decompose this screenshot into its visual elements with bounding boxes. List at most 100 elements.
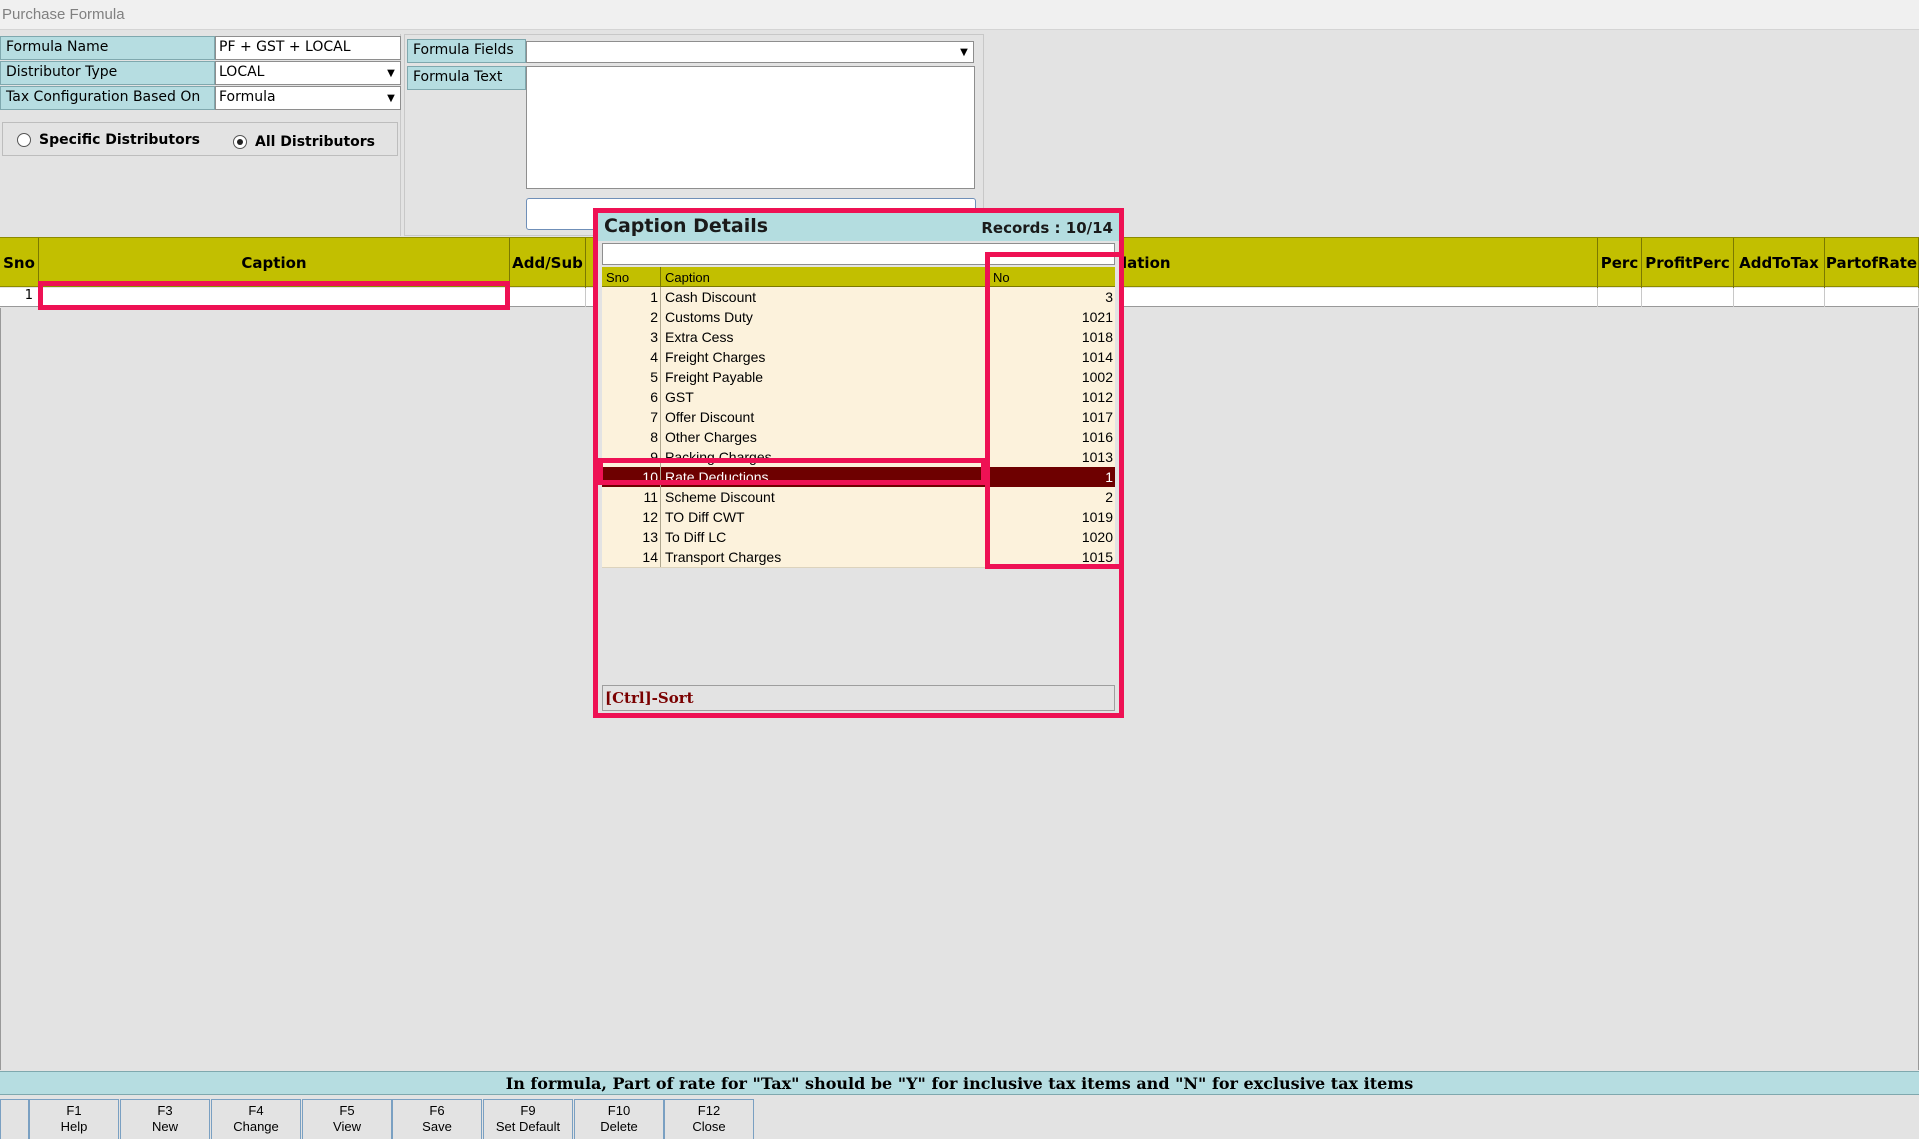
radio-specific-distributors[interactable]: Specific Distributors	[17, 132, 200, 148]
fkey-code: F3	[157, 1103, 173, 1118]
row-caption-cell[interactable]	[39, 288, 510, 307]
row-sno: 1	[0, 288, 39, 307]
list-item[interactable]: 9 Packing Charges 1013	[602, 447, 1115, 468]
tax-config-select[interactable]: Formula ▼	[215, 86, 401, 110]
list-item[interactable]: 7 Offer Discount 1017	[602, 407, 1115, 428]
function-key-bar: F1 Help F3 New F4 Change F5 View F6 Save F9 Set Def…	[0, 1097, 1919, 1139]
radio-all-distributors[interactable]: All Distributors	[233, 134, 375, 150]
row-no: 1016	[1081, 429, 1113, 445]
fkey-f12-button[interactable]: F12 Close	[664, 1099, 754, 1139]
row-sno: 11	[602, 487, 661, 507]
column-header-profitperc[interactable]: ProfitPerc	[1642, 238, 1734, 288]
chevron-down-icon[interactable]: ▼	[955, 42, 973, 62]
row-caption: Freight Payable	[661, 367, 989, 387]
distributor-type-select[interactable]: LOCAL ▼	[215, 61, 401, 85]
list-item[interactable]: 14 Transport Charges 1015	[602, 547, 1115, 568]
sort-hint: [Ctrl]-Sort	[605, 689, 694, 707]
list-item[interactable]: 1 Cash Discount 3	[602, 287, 1115, 308]
row-addtotax-cell[interactable]	[1734, 288, 1825, 307]
formula-fields-select[interactable]: ▼	[526, 41, 974, 63]
tax-config-label: Tax Configuration Based On	[0, 86, 215, 110]
popup-column-no[interactable]: No	[989, 267, 1115, 287]
row-sno: 5	[602, 367, 661, 387]
chevron-down-icon[interactable]: ▼	[382, 62, 400, 84]
column-header-addtotax[interactable]: AddToTax	[1734, 238, 1825, 288]
list-item[interactable]: 13 To Diff LC 1020	[602, 527, 1115, 548]
row-no: 2	[1105, 489, 1113, 505]
list-item[interactable]: 6 GST 1012	[602, 387, 1115, 408]
fkey-code: F4	[248, 1103, 264, 1118]
fkey-code: F9	[520, 1103, 536, 1118]
list-item[interactable]: 12 TO Diff CWT 1019	[602, 507, 1115, 528]
fkey-f9-button[interactable]: F9 Set Default	[483, 1099, 573, 1139]
column-header-caption[interactable]: Caption	[39, 238, 510, 288]
fkey-code: F10	[607, 1103, 631, 1118]
popup-column-sno[interactable]: Sno	[602, 267, 661, 287]
fkey-f3-button[interactable]: F3 New	[120, 1099, 210, 1139]
row-caption: Customs Duty	[661, 307, 989, 327]
fkey-code: F1	[66, 1103, 82, 1118]
popup-title: Caption Details	[604, 215, 769, 237]
caption-details-popup: Caption Details Records : 10/14 Sno Capt…	[593, 208, 1124, 718]
row-no: 1012	[1081, 389, 1113, 405]
popup-table-body: 1 Cash Discount 3 2 Customs Duty 1021 3 Extra C…	[602, 287, 1115, 687]
fkey-code: F12	[697, 1103, 721, 1118]
column-header-perc[interactable]: Perc	[1598, 238, 1642, 288]
row-sno: 1	[602, 287, 661, 307]
fkey-edge-button[interactable]	[0, 1099, 29, 1139]
row-caption: Freight Charges	[661, 347, 989, 367]
row-perc-cell[interactable]	[1598, 288, 1642, 307]
row-sno: 14	[602, 547, 661, 567]
list-item[interactable]: 2 Customs Duty 1021	[602, 307, 1115, 328]
row-add-sub-cell[interactable]	[510, 288, 586, 307]
row-caption: Cash Discount	[661, 287, 989, 307]
list-item[interactable]: 11 Scheme Discount 2	[602, 487, 1115, 508]
popup-title-bar: Caption Details Records : 10/14	[598, 213, 1119, 241]
chevron-down-icon[interactable]: ▼	[382, 87, 400, 109]
row-caption: To Diff LC	[661, 527, 989, 547]
column-header-partofrate[interactable]: PartofRate	[1825, 238, 1919, 288]
row-caption: Scheme Discount	[661, 487, 989, 507]
fkey-label: View	[333, 1119, 361, 1134]
column-header-sno[interactable]: Sno	[0, 238, 39, 288]
row-caption: Other Charges	[661, 427, 989, 447]
list-item[interactable]: 5 Freight Payable 1002	[602, 367, 1115, 388]
distributor-type-value: LOCAL	[219, 64, 265, 80]
row-caption: Rate Deductions	[661, 467, 989, 487]
row-partofrate-cell[interactable]	[1825, 288, 1919, 307]
row-caption: Offer Discount	[661, 407, 989, 427]
popup-column-caption[interactable]: Caption	[661, 267, 989, 287]
row-sno: 7	[602, 407, 661, 427]
formula-text-input[interactable]	[526, 66, 975, 189]
popup-search-input[interactable]	[602, 243, 1115, 265]
list-item[interactable]: 3 Extra Cess 1018	[602, 327, 1115, 348]
fkey-f6-button[interactable]: F6 Save	[392, 1099, 482, 1139]
distributor-radio-group: Specific Distributors All Distributors	[2, 122, 398, 156]
fkey-code: F5	[339, 1103, 355, 1118]
fkey-f4-button[interactable]: F4 Change	[211, 1099, 301, 1139]
fkey-code: F6	[429, 1103, 445, 1118]
row-no: 1021	[1081, 309, 1113, 325]
row-caption: GST	[661, 387, 989, 407]
formula-name-input[interactable]: PF + GST + LOCAL	[215, 36, 401, 60]
popup-footer: [Ctrl]-Sort	[602, 685, 1115, 711]
column-header-add-sub[interactable]: Add/Sub	[510, 238, 586, 288]
window-title-bar: Purchase Formula	[0, 0, 1919, 30]
row-no: 1019	[1081, 509, 1113, 525]
fkey-f1-button[interactable]: F1 Help	[29, 1099, 119, 1139]
row-sno: 13	[602, 527, 661, 547]
fkey-f5-button[interactable]: F5 View	[302, 1099, 392, 1139]
row-profitperc-cell[interactable]	[1642, 288, 1734, 307]
list-item[interactable]: 10 Rate Deductions 1	[602, 467, 1115, 488]
row-sno: 12	[602, 507, 661, 527]
row-sno: 6	[602, 387, 661, 407]
row-sno: 8	[602, 427, 661, 447]
list-item[interactable]: 4 Freight Charges 1014	[602, 347, 1115, 368]
row-sno: 3	[602, 327, 661, 347]
fkey-label: Save	[422, 1119, 452, 1134]
row-caption: Transport Charges	[661, 547, 989, 567]
list-item[interactable]: 8 Other Charges 1016	[602, 427, 1115, 448]
status-bar: In formula, Part of rate for "Tax" shoul…	[0, 1071, 1919, 1095]
fkey-f10-button[interactable]: F10 Delete	[574, 1099, 664, 1139]
row-no: 1020	[1081, 529, 1113, 545]
